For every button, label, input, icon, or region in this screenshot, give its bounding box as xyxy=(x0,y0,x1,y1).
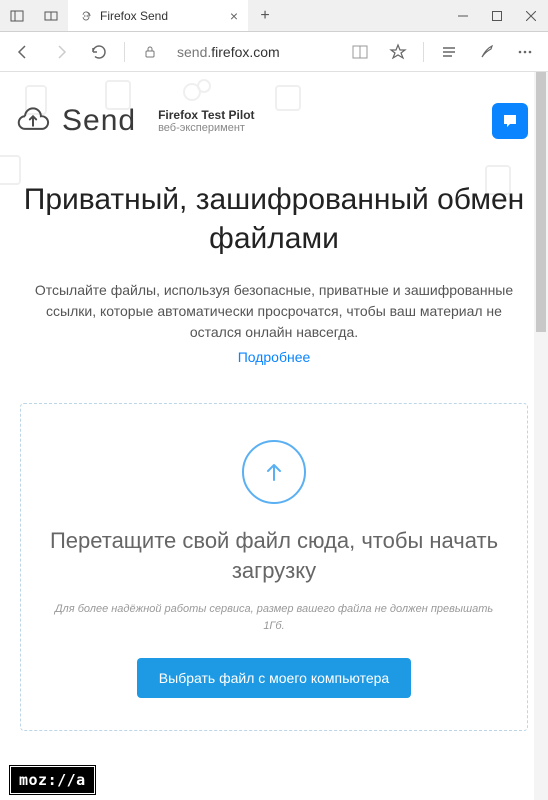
tab-title: Firefox Send xyxy=(100,9,224,23)
maximize-button[interactable] xyxy=(480,0,514,32)
hero-description: Отсылайте файлы, используя безопасные, п… xyxy=(20,280,528,343)
titlebar: Firefox Send × + xyxy=(0,0,548,32)
choose-file-button[interactable]: Выбрать файл с моего компьютера xyxy=(137,658,411,698)
dropzone[interactable]: Перетащите свой файл сюда, чтобы начать … xyxy=(20,403,528,731)
favorites-icon[interactable] xyxy=(381,35,415,69)
more-icon[interactable] xyxy=(508,35,542,69)
footer: moz://a xyxy=(0,760,548,800)
minimize-button[interactable] xyxy=(446,0,480,32)
titlebar-left xyxy=(0,0,68,31)
close-button[interactable] xyxy=(514,0,548,32)
mozilla-logo[interactable]: moz://a xyxy=(10,766,95,794)
refresh-button[interactable] xyxy=(82,35,116,69)
upload-arrow-icon xyxy=(242,440,306,504)
address-bar[interactable]: send.firefox.com xyxy=(171,44,339,60)
pilot-subtitle: веб-эксперимент xyxy=(158,122,254,134)
send-logo-icon xyxy=(14,102,52,140)
notes-icon[interactable] xyxy=(470,35,504,69)
back-button[interactable] xyxy=(6,35,40,69)
page-content: Send Firefox Test Pilot веб-эксперимент … xyxy=(0,72,548,800)
pilot-badge[interactable]: Firefox Test Pilot веб-эксперимент xyxy=(158,108,254,134)
tab-close-icon[interactable]: × xyxy=(230,8,238,24)
browser-toolbar: send.firefox.com xyxy=(0,32,548,72)
window-controls xyxy=(446,0,548,31)
feedback-button[interactable] xyxy=(492,103,528,139)
learn-more-link[interactable]: Подробнее xyxy=(20,349,528,365)
pilot-title: Firefox Test Pilot xyxy=(158,108,254,122)
tab-favicon-icon xyxy=(78,8,94,24)
forward-button[interactable] xyxy=(44,35,78,69)
dropzone-note: Для более надёжной работы сервиса, разме… xyxy=(35,601,513,634)
lock-icon[interactable] xyxy=(133,35,167,69)
hero-title: Приватный, зашифрованный обмен файлами xyxy=(20,180,528,258)
tabs-aside-icon[interactable] xyxy=(0,0,34,32)
tabs-preview-icon[interactable] xyxy=(34,0,68,32)
browser-tab[interactable]: Firefox Send × xyxy=(68,0,248,31)
hub-icon[interactable] xyxy=(432,35,466,69)
app-header: Send Firefox Test Pilot веб-эксперимент xyxy=(0,72,548,150)
logo-text: Send xyxy=(62,104,136,138)
new-tab-button[interactable]: + xyxy=(248,0,282,31)
dropzone-title: Перетащите свой файл сюда, чтобы начать … xyxy=(35,526,513,585)
reading-view-icon[interactable] xyxy=(343,35,377,69)
hero-section: Приватный, зашифрованный обмен файлами О… xyxy=(0,150,548,375)
